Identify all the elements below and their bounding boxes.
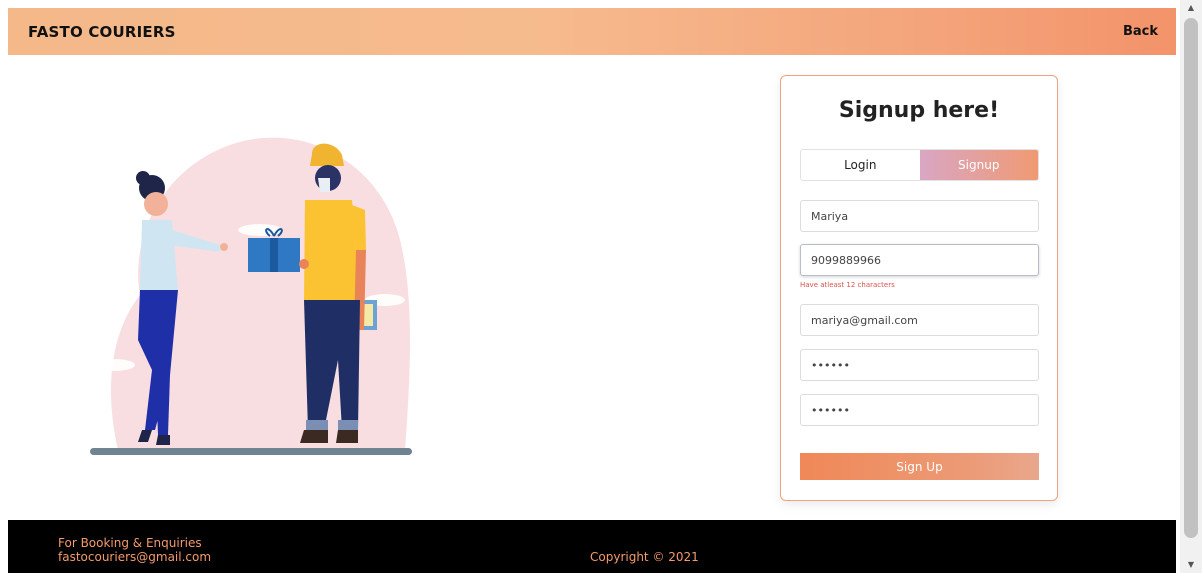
top-navbar: FASTO COURIERS Back — [8, 8, 1176, 55]
page: FASTO COURIERS Back Signup here! Login S… — [0, 0, 1202, 573]
confirm-password-field[interactable] — [800, 394, 1039, 426]
tab-login[interactable]: Login — [801, 150, 920, 180]
vertical-scrollbar[interactable]: ▲ ▼ — [1180, 0, 1202, 573]
auth-tabs: Login Signup — [800, 149, 1039, 181]
footer: For Booking & Enquiries fastocouriers@gm… — [8, 520, 1176, 573]
sign-up-button[interactable]: Sign Up — [800, 453, 1039, 480]
password-field[interactable] — [800, 349, 1039, 381]
name-field[interactable] — [800, 200, 1039, 232]
footer-enquiry: For Booking & Enquiries fastocouriers@gm… — [58, 536, 211, 564]
brand-logo-text[interactable]: FASTO COURIERS — [28, 23, 176, 41]
signup-title: Signup here! — [838, 98, 1000, 123]
phone-field[interactable] — [800, 244, 1039, 276]
back-link[interactable]: Back — [1123, 24, 1158, 39]
scrollbar-thumb[interactable] — [1184, 18, 1198, 538]
phone-error-message: Have atleast 12 characters — [800, 281, 895, 289]
enquiry-email[interactable]: fastocouriers@gmail.com — [58, 550, 211, 564]
scroll-up-arrow-icon[interactable]: ▲ — [1180, 0, 1202, 16]
email-field[interactable] — [800, 304, 1039, 336]
scroll-down-arrow-icon[interactable]: ▼ — [1180, 557, 1202, 573]
delivery-illustration — [90, 137, 412, 455]
signup-card: Signup here! Login Signup Have atleast 1… — [780, 75, 1058, 501]
copyright-text: Copyright © 2021 — [590, 550, 699, 564]
enquiry-heading: For Booking & Enquiries — [58, 536, 202, 550]
tab-signup[interactable]: Signup — [919, 150, 1038, 180]
